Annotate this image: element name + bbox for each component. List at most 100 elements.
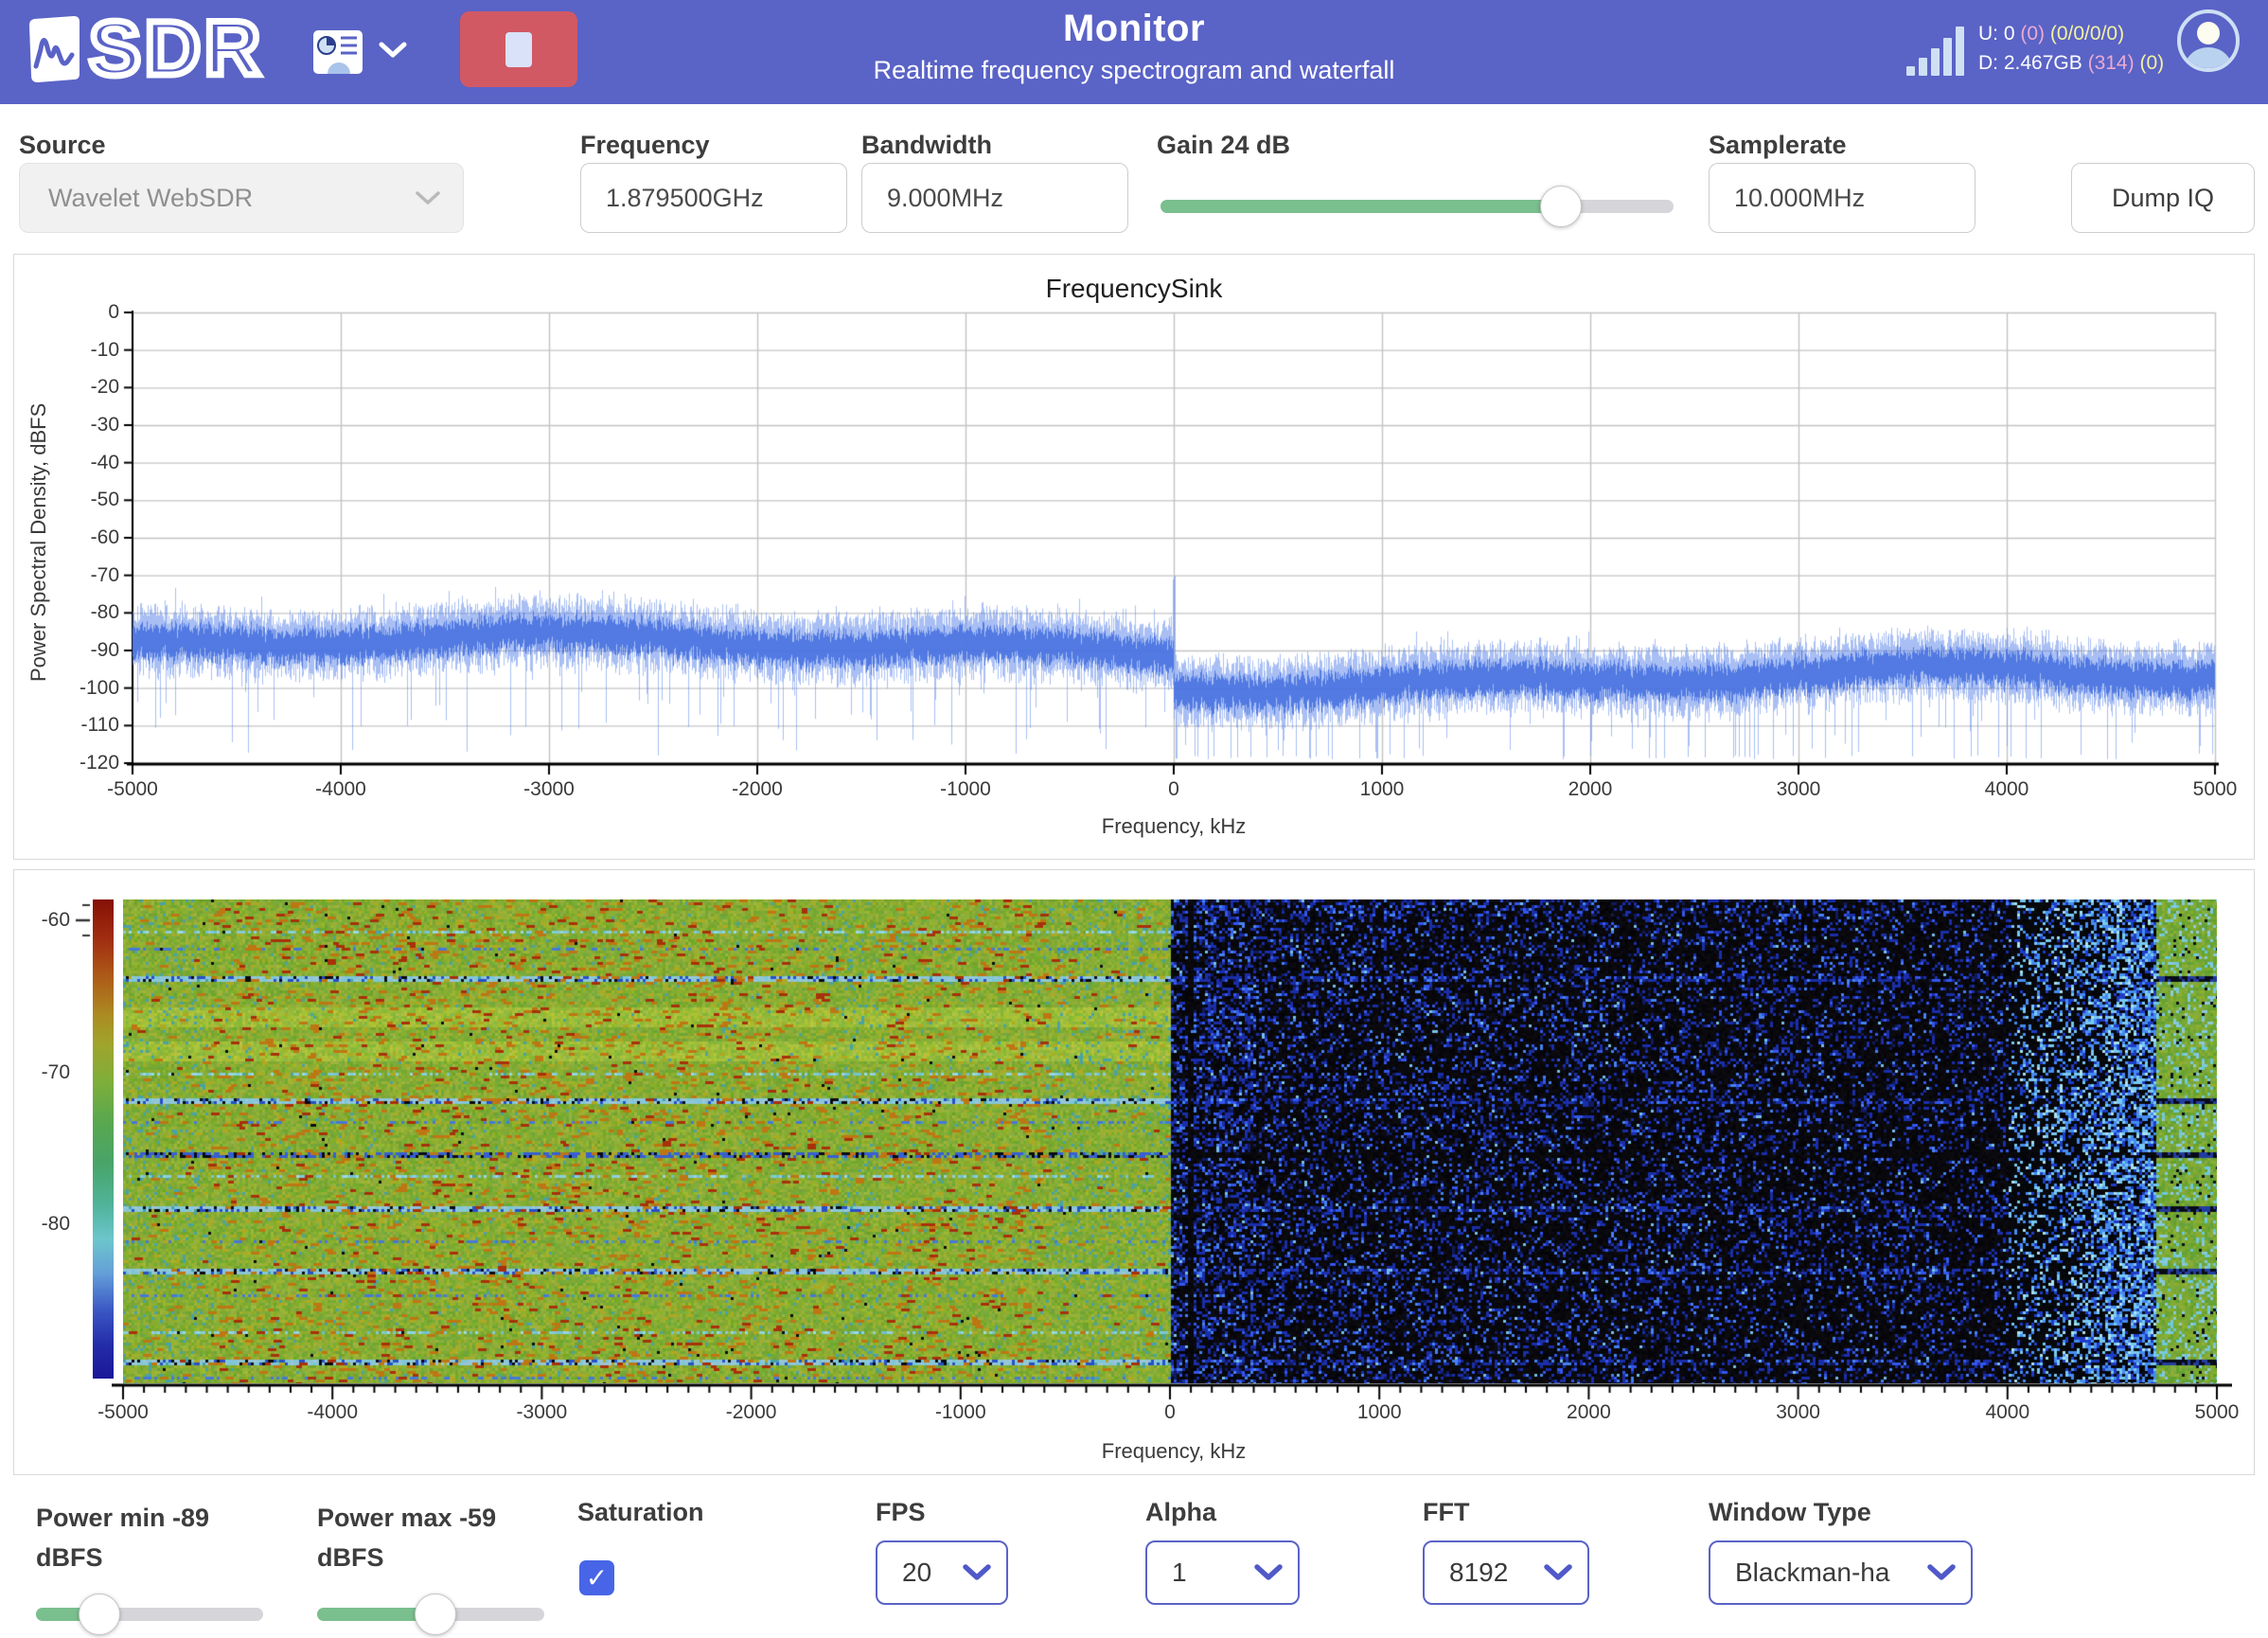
gain-slider-thumb[interactable] (1540, 186, 1582, 227)
upload-paren-yellow: (0/0/0/0) (2049, 23, 2125, 45)
frequency-input[interactable] (580, 163, 847, 233)
sdr-waveform-logo-icon: SDR (29, 13, 264, 87)
fps-select-value: 20 (902, 1558, 932, 1587)
window-type-select[interactable]: Blackman-ha (1709, 1540, 1973, 1605)
fps-select[interactable]: 20 (876, 1540, 1008, 1605)
download-stats: D: 2.467GB (314) (0) (1978, 48, 2164, 78)
report-view-button[interactable] (312, 27, 363, 82)
x-tick-label: 0 (1168, 778, 1179, 800)
x-tick-label: 2000 (1567, 1401, 1611, 1423)
report-dashboard-icon (313, 30, 363, 74)
saturation-checkbox[interactable]: ✓ (579, 1560, 614, 1595)
app-logo[interactable]: SDR (25, 13, 266, 87)
y-tick-label: -70 (90, 563, 119, 586)
power-max-slider[interactable] (317, 1593, 544, 1635)
person-icon (2185, 22, 2232, 68)
alpha-label: Alpha (1145, 1498, 1217, 1526)
samplerate-label: Samplerate (1709, 131, 1847, 159)
chevron-down-icon (379, 42, 407, 58)
power-max-slider-thumb[interactable] (415, 1593, 456, 1635)
app-header: SDR Monitor Realtime frequency spectrogr… (0, 0, 2268, 104)
chevron-down-icon (963, 1564, 991, 1580)
x-tick-label: 5000 (2192, 778, 2238, 800)
svg-text:SDR: SDR (89, 13, 264, 87)
alpha-select[interactable]: 1 (1145, 1540, 1300, 1605)
x-tick-label: -4000 (315, 778, 366, 800)
waterfall-colorbar (93, 899, 114, 1379)
user-avatar[interactable] (2177, 9, 2240, 72)
waterfall-xlabel: Frequency, kHz (1101, 1439, 1247, 1463)
y-tick-label: -80 (90, 601, 119, 624)
y-tick-label: -30 (90, 414, 119, 436)
x-tick-label: -5000 (97, 1401, 149, 1423)
x-tick-label: -1000 (934, 1401, 986, 1423)
colorbar-tick-label: -70 (41, 1060, 70, 1083)
chevron-down-icon (416, 191, 440, 205)
chevron-down-icon (1254, 1564, 1283, 1580)
y-tick-label: 0 (108, 301, 119, 323)
x-tick-label: 0 (1164, 1401, 1176, 1423)
gain-label: Gain 24 dB (1157, 131, 1291, 159)
chevron-down-icon (1544, 1564, 1572, 1580)
source-select-value: Wavelet WebSDR (48, 183, 254, 212)
checkmark-icon: ✓ (585, 1563, 609, 1593)
alpha-select-value: 1 (1172, 1558, 1187, 1587)
y-tick-label: -50 (90, 489, 119, 511)
view-menu-toggle[interactable] (379, 42, 407, 63)
x-tick-label: -5000 (107, 778, 158, 800)
y-tick-label: -10 (90, 338, 119, 361)
colorbar-ticks (74, 894, 91, 1386)
colorbar-tick-label: -60 (41, 909, 70, 931)
saturation-label: Saturation (577, 1498, 704, 1526)
download-value: D: 2.467GB (1978, 52, 2082, 74)
download-paren-pink: (314) (2087, 52, 2135, 74)
x-tick-label: 4000 (1985, 1401, 2030, 1423)
spectrum-title: FrequencySink (1045, 274, 1223, 303)
upload-stats: U: 0 (0) (0/0/0/0) (1978, 19, 2164, 48)
x-tick-label: 2000 (1568, 778, 1613, 800)
x-tick-label: 3000 (1776, 1401, 1820, 1423)
bandwidth-input[interactable] (861, 163, 1128, 233)
frequency-label: Frequency (580, 131, 710, 159)
waterfall-axis (112, 1383, 2232, 1402)
fft-select[interactable]: 8192 (1423, 1540, 1589, 1605)
window-type-select-value: Blackman-ha (1735, 1558, 1890, 1587)
x-tick-label: 5000 (2194, 1401, 2240, 1423)
y-tick-label: -20 (90, 376, 119, 399)
power-min-slider[interactable] (36, 1593, 263, 1635)
stop-acquisition-button[interactable] (460, 11, 577, 87)
x-tick-label: 3000 (1776, 778, 1821, 800)
fps-label: FPS (876, 1498, 926, 1526)
gain-slider[interactable] (1161, 186, 1674, 227)
upload-value: U: 0 (1978, 23, 2015, 45)
traffic-stats: U: 0 (0) (0/0/0/0) D: 2.467GB (314) (0) (1978, 19, 2164, 78)
x-tick-label: 4000 (1984, 778, 2029, 800)
source-label: Source (19, 131, 106, 159)
samplerate-input[interactable] (1709, 163, 1976, 233)
upload-paren-pink: (0) (2020, 23, 2046, 45)
y-tick-label: -110 (80, 714, 119, 737)
y-tick-label: -90 (90, 639, 119, 661)
signal-bars-icon (1906, 27, 1964, 76)
y-tick-label: -120 (79, 752, 119, 774)
power-min-slider-thumb[interactable] (79, 1593, 120, 1635)
download-paren-yellow: (0) (2139, 52, 2165, 74)
waterfall-plot[interactable] (123, 899, 2217, 1383)
spectrum-plot[interactable] (121, 305, 2223, 778)
dump-iq-button[interactable]: Dump IQ (2071, 163, 2255, 233)
window-type-label: Window Type (1709, 1498, 1871, 1526)
x-tick-label: -2000 (725, 1401, 777, 1423)
fft-label: FFT (1423, 1498, 1470, 1526)
power-min-label: Power min -89 dBFS (36, 1504, 210, 1572)
x-tick-label: -1000 (940, 778, 991, 800)
x-tick-label: 1000 (1356, 1401, 1402, 1423)
x-tick-label: -4000 (307, 1401, 359, 1423)
bandwidth-label: Bandwidth (861, 131, 992, 159)
y-tick-label: -60 (90, 526, 119, 548)
chevron-down-icon (1927, 1564, 1956, 1580)
x-tick-label: -3000 (516, 1401, 568, 1423)
fft-select-value: 8192 (1449, 1558, 1509, 1587)
y-tick-label: -40 (90, 451, 119, 473)
source-select[interactable]: Wavelet WebSDR (19, 163, 464, 233)
spectrum-ylabel: Power Spectral Density, dBFS (27, 402, 50, 682)
